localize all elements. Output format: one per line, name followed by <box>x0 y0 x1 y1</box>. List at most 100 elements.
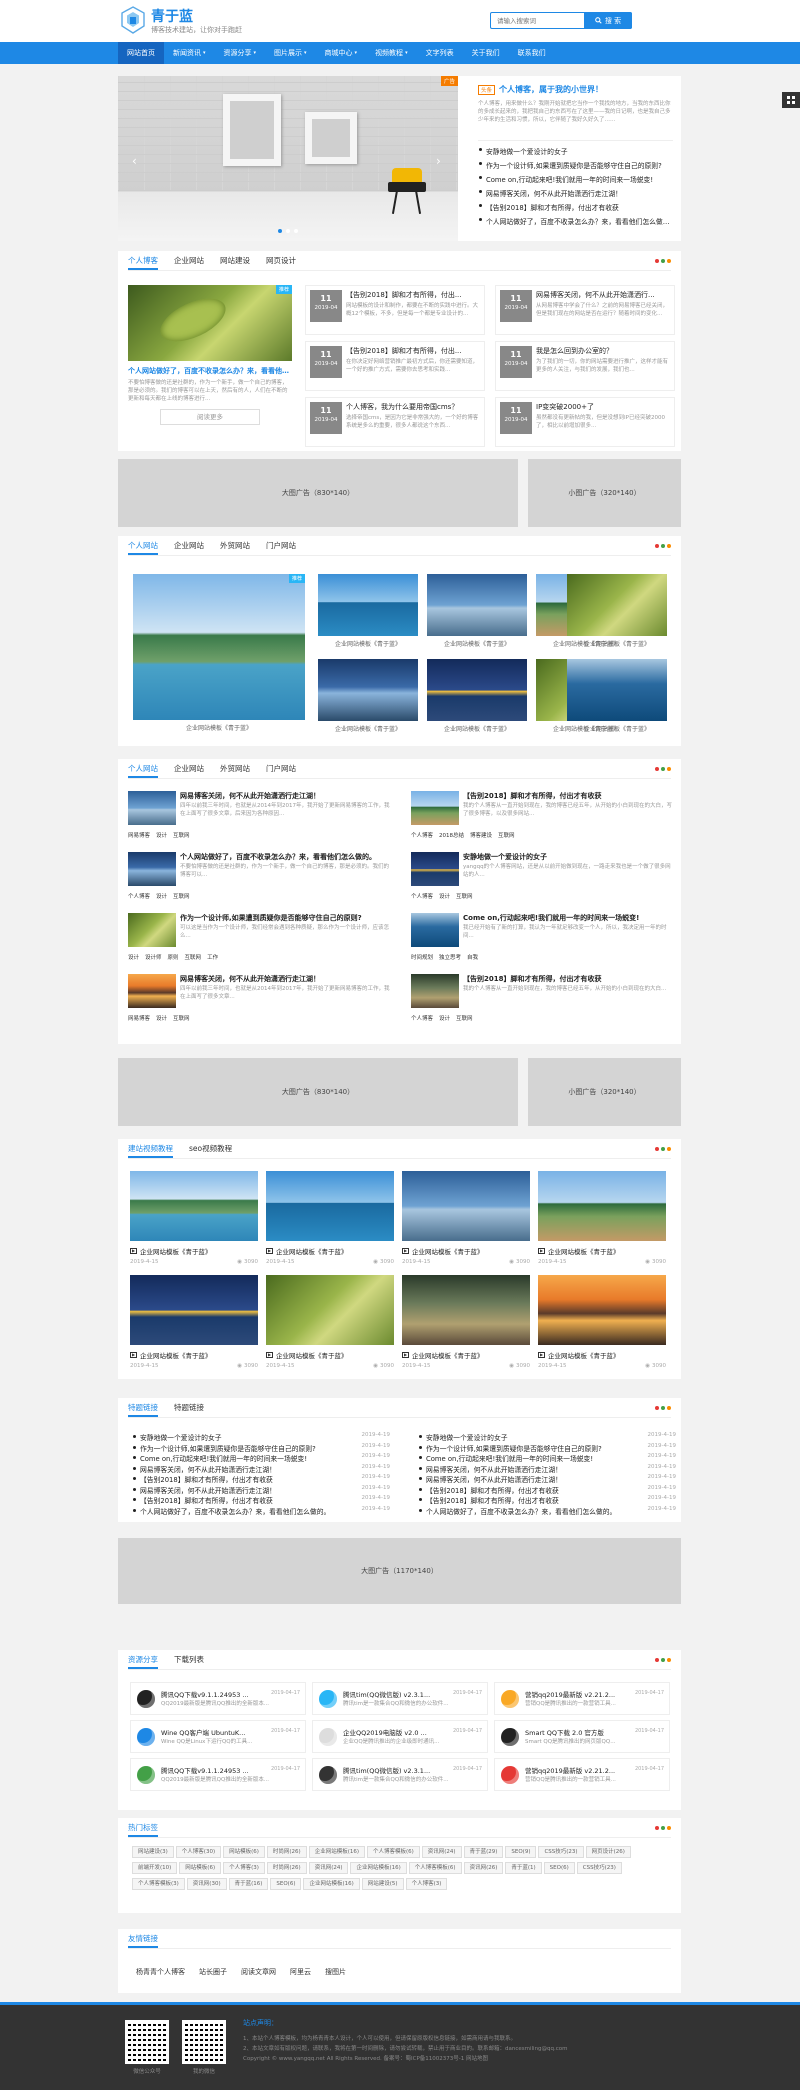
slider-dot[interactable] <box>294 229 298 233</box>
section-tab[interactable]: 建站视频教程 <box>128 1139 173 1158</box>
software-item[interactable]: 企业QQ2019电脑版 v2.0 ... 2019-04-17 企业QQ是腾讯推出的… <box>312 1720 488 1753</box>
topic-link[interactable]: 【告别2018】脚和才有所得，付出才有收获 <box>418 1485 628 1495</box>
thumbnail-image[interactable] <box>427 659 527 721</box>
headline-list-item[interactable]: 个人网站做好了，百度不收录怎么办？来，看看他们怎么做的。 <box>478 215 673 229</box>
tag-pill[interactable]: 青于蓝(1) <box>505 1862 542 1874</box>
friend-link[interactable]: 阅读文章网 <box>241 1967 276 1977</box>
news-title[interactable]: Come on,行动起来吧!我们就用一年的时间来一场蜕变! <box>463 913 673 923</box>
software-item[interactable]: 腾讯QQ下载v9.1.1.24953 ... 2019-04-17 QQ2019最新… <box>130 1682 306 1715</box>
topic-link-row[interactable]: 【告别2018】脚和才有所得，付出才有收获 2019-4-19 <box>132 1495 390 1506</box>
software-item[interactable]: Wine QQ客户端 UbuntuK... 2019-04-17 Wine QQ是L… <box>130 1720 306 1753</box>
ad-banner-small[interactable]: 小图广告（320*140） <box>528 1058 681 1126</box>
blog-list-item[interactable]: 11 2019-04 【告别2018】脚和才有所得，付出... 在你决定好网络营销推广… <box>305 341 485 391</box>
news-title[interactable]: 网易博客关闭，何不从此开始潇洒行走江湖！ <box>180 791 390 801</box>
news-tag[interactable]: 个人博客 <box>411 892 433 900</box>
section-tab[interactable]: 特题链接 <box>128 1398 158 1417</box>
video-card[interactable]: ▶ 企业网站模板《青于蓝》 2019-4-15 ◉ 3090 <box>402 1171 530 1269</box>
topic-link-row[interactable]: 【告别2018】脚和才有所得，付出才有收获 2019-4-19 <box>418 1485 676 1496</box>
video-title[interactable]: 企业网站模板《青于蓝》 <box>412 1246 484 1256</box>
tag-pill[interactable]: 资讯网(24) <box>308 1862 349 1874</box>
news-tag[interactable]: 时间规划 <box>411 953 433 961</box>
news-tag[interactable]: 设计 <box>128 953 139 961</box>
video-card[interactable]: ▶ 企业网站模板《青于蓝》 2019-4-15 ◉ 3090 <box>130 1171 258 1269</box>
software-title[interactable]: 腾讯tim(QQ微信版) v2.3.1... <box>343 1689 438 1699</box>
video-card[interactable]: ▶ 企业网站模板《青于蓝》 2019-4-15 ◉ 3090 <box>538 1275 666 1373</box>
news-tag[interactable]: 设计师 <box>145 953 162 961</box>
video-title[interactable]: 企业网站模板《青于蓝》 <box>276 1350 348 1360</box>
news-tag[interactable]: 设计 <box>156 1014 167 1022</box>
news-tag[interactable]: 互联网 <box>185 953 202 961</box>
section-tab[interactable]: 外贸网站 <box>220 759 250 778</box>
ad-banner-large[interactable]: 大图广告（830*140） <box>118 459 518 527</box>
topic-link-row[interactable]: 网易博客关闭，何不从此开始潇洒行走江湖！ 2019-4-19 <box>418 1464 676 1475</box>
section-tab[interactable]: 门户网站 <box>266 536 296 555</box>
topic-link[interactable]: 网易博客关闭，何不从此开始潇洒行走江湖！ <box>418 1464 628 1474</box>
tag-pill[interactable]: 个人博客(3) <box>405 1878 448 1890</box>
headline-list-item[interactable]: Come on,行动起来吧!我们就用一年的时间来一场蜕变! <box>478 173 673 187</box>
news-title[interactable]: 安静地做一个爱设计的女子 <box>463 852 673 862</box>
news-thumbnail[interactable] <box>411 791 459 825</box>
software-item[interactable]: Smart QQ下载 2.0 官方版 2019-04-17 Smart QQ是腾讯推… <box>494 1720 670 1753</box>
tag-pill[interactable]: 网站建设(3) <box>132 1846 174 1858</box>
topic-link-row[interactable]: 个人网站做好了，百度不收录怎么办？来，看看他们怎么做的。 2019-4-19 <box>132 1506 390 1517</box>
tag-pill[interactable]: 企业网站模板(16) <box>350 1862 407 1874</box>
tag-pill[interactable]: SEO(6) <box>270 1878 302 1890</box>
blog-list-item[interactable]: 11 2019-04 个人博客，我为什么要用帝国cms？ 选择帝国cms，是因为它是非… <box>305 397 485 447</box>
topic-link[interactable]: 【告别2018】脚和才有所得，付出才有收获 <box>418 1495 628 1505</box>
video-title[interactable]: 企业网站模板《青于蓝》 <box>140 1350 212 1360</box>
blog-list-item[interactable]: 11 2019-04 我是怎么回到办公室的？ 为了我们的一切，你的网站需要进行推广，这… <box>495 341 675 391</box>
thumbnail-image[interactable] <box>427 574 527 636</box>
tag-pill[interactable]: 网站模板(6) <box>179 1862 222 1874</box>
side-grid-button[interactable] <box>782 92 800 108</box>
tag-pill[interactable]: 时尚网(26) <box>266 1846 307 1858</box>
video-thumbnail[interactable] <box>266 1171 394 1241</box>
tag-pill[interactable]: CSS技巧(23) <box>576 1862 622 1874</box>
section-tab[interactable]: 企业网站 <box>174 251 204 270</box>
topic-link[interactable]: 网易博客关闭，何不从此开始潇洒行走江湖！ <box>132 1485 342 1495</box>
news-title[interactable]: 【告别2018】脚和才有所得，付出才有收获 <box>463 974 673 984</box>
news-tag[interactable]: 设计 <box>156 892 167 900</box>
topic-link-row[interactable]: 网易博客关闭，何不从此开始潇洒行走江湖！ 2019-4-19 <box>132 1464 390 1475</box>
topic-link-row[interactable]: 作为一个设计师,如果遭到质疑你是否能够守住自己的原则? 2019-4-19 <box>418 1443 676 1454</box>
slider-dot[interactable] <box>286 229 290 233</box>
section-tab[interactable]: 网站建设 <box>220 251 250 270</box>
slider-dot[interactable] <box>278 229 282 233</box>
blog-list-item[interactable]: 11 2019-04 【告别2018】脚和才有所得，付出... 网站模板的设计和制作，… <box>305 285 485 335</box>
nav-item[interactable]: 图片展示 ▾ <box>265 42 316 64</box>
news-title[interactable]: 作为一个设计师,如果遭到质疑你是否能够守住自己的原则? <box>180 913 390 923</box>
ad-banner-small[interactable]: 小图广告（320*140） <box>528 459 681 527</box>
topic-link[interactable]: 作为一个设计师,如果遭到质疑你是否能够守住自己的原则? <box>418 1443 628 1453</box>
blog-item-title[interactable]: 【告别2018】脚和才有所得，付出... <box>346 346 482 356</box>
news-thumbnail[interactable] <box>128 852 176 886</box>
section-tab[interactable]: 特题链接 <box>174 1398 204 1417</box>
video-thumbnail[interactable] <box>538 1171 666 1241</box>
tag-pill[interactable]: 个人博客(30) <box>175 1846 222 1858</box>
section-tab[interactable]: 个人网站 <box>128 536 158 555</box>
news-tag[interactable]: 互联网 <box>173 831 190 839</box>
news-list-item[interactable]: 网易博客关闭，何不从此开始潇洒行走江湖！ 四年以前我三年时间，也就是从2014年到… <box>128 791 390 847</box>
video-thumbnail[interactable] <box>402 1275 530 1345</box>
news-thumbnail[interactable] <box>128 791 176 825</box>
nav-item[interactable]: 资源分享 ▾ <box>215 42 266 64</box>
news-tag[interactable]: 互联网 <box>456 892 473 900</box>
tag-pill[interactable]: 网页设计(26) <box>585 1846 631 1858</box>
topic-link-row[interactable]: 安静地做一个爱设计的女子 2019-4-19 <box>418 1432 676 1443</box>
news-list-item[interactable]: 作为一个设计师,如果遭到质疑你是否能够守住自己的原则? 可以这是当作为一个设计师，… <box>128 913 390 969</box>
topic-link-row[interactable]: 作为一个设计师,如果遭到质疑你是否能够守住自己的原则? 2019-4-19 <box>132 1443 390 1454</box>
slider-prev-icon[interactable]: ‹ <box>132 154 137 168</box>
read-more-button[interactable]: 阅读更多 <box>160 409 260 425</box>
software-title[interactable]: Wine QQ客户端 UbuntuK... <box>161 1727 256 1737</box>
software-title[interactable]: 腾讯QQ下载v9.1.1.24953 ... <box>161 1765 256 1775</box>
news-tag[interactable]: 独立思考 <box>439 953 461 961</box>
section-tab[interactable]: 门户网站 <box>266 759 296 778</box>
news-tag[interactable]: 互联网 <box>173 1014 190 1022</box>
blog-item-title[interactable]: IP变突破2000+了 <box>536 402 672 412</box>
video-thumbnail[interactable] <box>130 1275 258 1345</box>
gallery-feature-image[interactable]: 推荐 <box>133 574 305 720</box>
tag-pill[interactable]: 资讯网(30) <box>186 1878 227 1890</box>
news-title[interactable]: 网易博客关闭，何不从此开始潇洒行走江湖！ <box>180 974 390 984</box>
video-card[interactable]: ▶ 企业网站模板《青于蓝》 2019-4-15 ◉ 3090 <box>266 1171 394 1269</box>
news-thumbnail[interactable] <box>411 852 459 886</box>
friend-link[interactable]: 阿里云 <box>290 1967 311 1977</box>
topic-link[interactable]: Come on,行动起来吧!我们就用一年的时间来一场蜕变! <box>418 1453 628 1463</box>
